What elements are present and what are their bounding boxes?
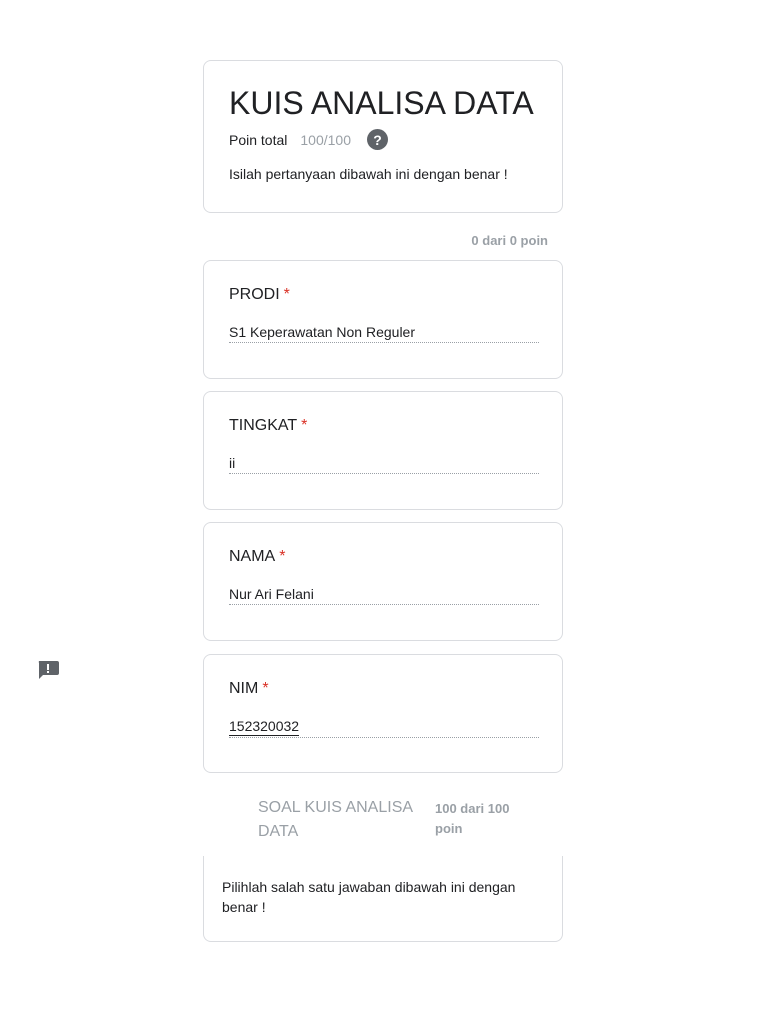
- question-card-prodi: PRODI * S1 Keperawatan Non Reguler: [203, 260, 563, 379]
- section-points: 0 dari 0 poin: [471, 233, 548, 248]
- question-label: TINGKAT *: [229, 417, 307, 435]
- answer-value: 152320032: [229, 718, 300, 736]
- question-title: NAMA: [229, 548, 276, 565]
- question-title: TINGKAT: [229, 417, 298, 434]
- form-header-card: KUIS ANALISA DATA Poin total 100/100 ? I…: [203, 60, 563, 213]
- form-title: KUIS ANALISA DATA: [229, 85, 534, 121]
- question-label: NAMA *: [229, 548, 285, 566]
- answer-value: ii: [229, 455, 236, 471]
- section-instruction: Pilihlah salah satu jawaban dibawah ini …: [222, 879, 516, 915]
- help-icon[interactable]: ?: [366, 129, 388, 150]
- feedback-icon[interactable]: [37, 661, 59, 679]
- question-card-nama: NAMA * Nur Ari Felani: [203, 522, 563, 641]
- answer-field[interactable]: 152320032: [229, 717, 539, 738]
- form-description: Isilah pertanyaan dibawah ini dengan ben…: [229, 166, 508, 182]
- answer-value: Nur Ari Felani: [229, 586, 314, 602]
- required-asterisk: *: [301, 417, 308, 434]
- required-asterisk: *: [262, 680, 269, 697]
- answer-value: S1 Keperawatan Non Reguler: [229, 324, 416, 340]
- required-asterisk: *: [279, 548, 286, 565]
- question-card-nim: NIM * 152320032: [203, 654, 563, 773]
- question-label: NIM *: [229, 680, 269, 698]
- question-card-tingkat: TINGKAT * ii: [203, 391, 563, 510]
- question-title: PRODI: [229, 286, 280, 303]
- required-asterisk: *: [283, 286, 290, 303]
- quiz-form-page: KUIS ANALISA DATA Poin total 100/100 ? I…: [0, 0, 768, 1024]
- total-points-label: Poin total: [229, 131, 288, 148]
- question-label: PRODI *: [229, 286, 290, 304]
- answer-field[interactable]: S1 Keperawatan Non Reguler: [229, 323, 539, 343]
- answer-field[interactable]: Nur Ari Felani: [229, 585, 539, 605]
- answer-field[interactable]: ii: [229, 454, 539, 474]
- section-instruction-card: Pilihlah salah satu jawaban dibawah ini …: [203, 856, 563, 942]
- total-points-row: Poin total 100/100 ?: [229, 129, 388, 150]
- question-title: NIM: [229, 680, 259, 697]
- section-points: 100 dari 100 poin: [435, 801, 510, 836]
- section-title: SOAL KUIS ANALISA DATA: [258, 799, 413, 840]
- total-points-value: 100/100: [300, 131, 351, 148]
